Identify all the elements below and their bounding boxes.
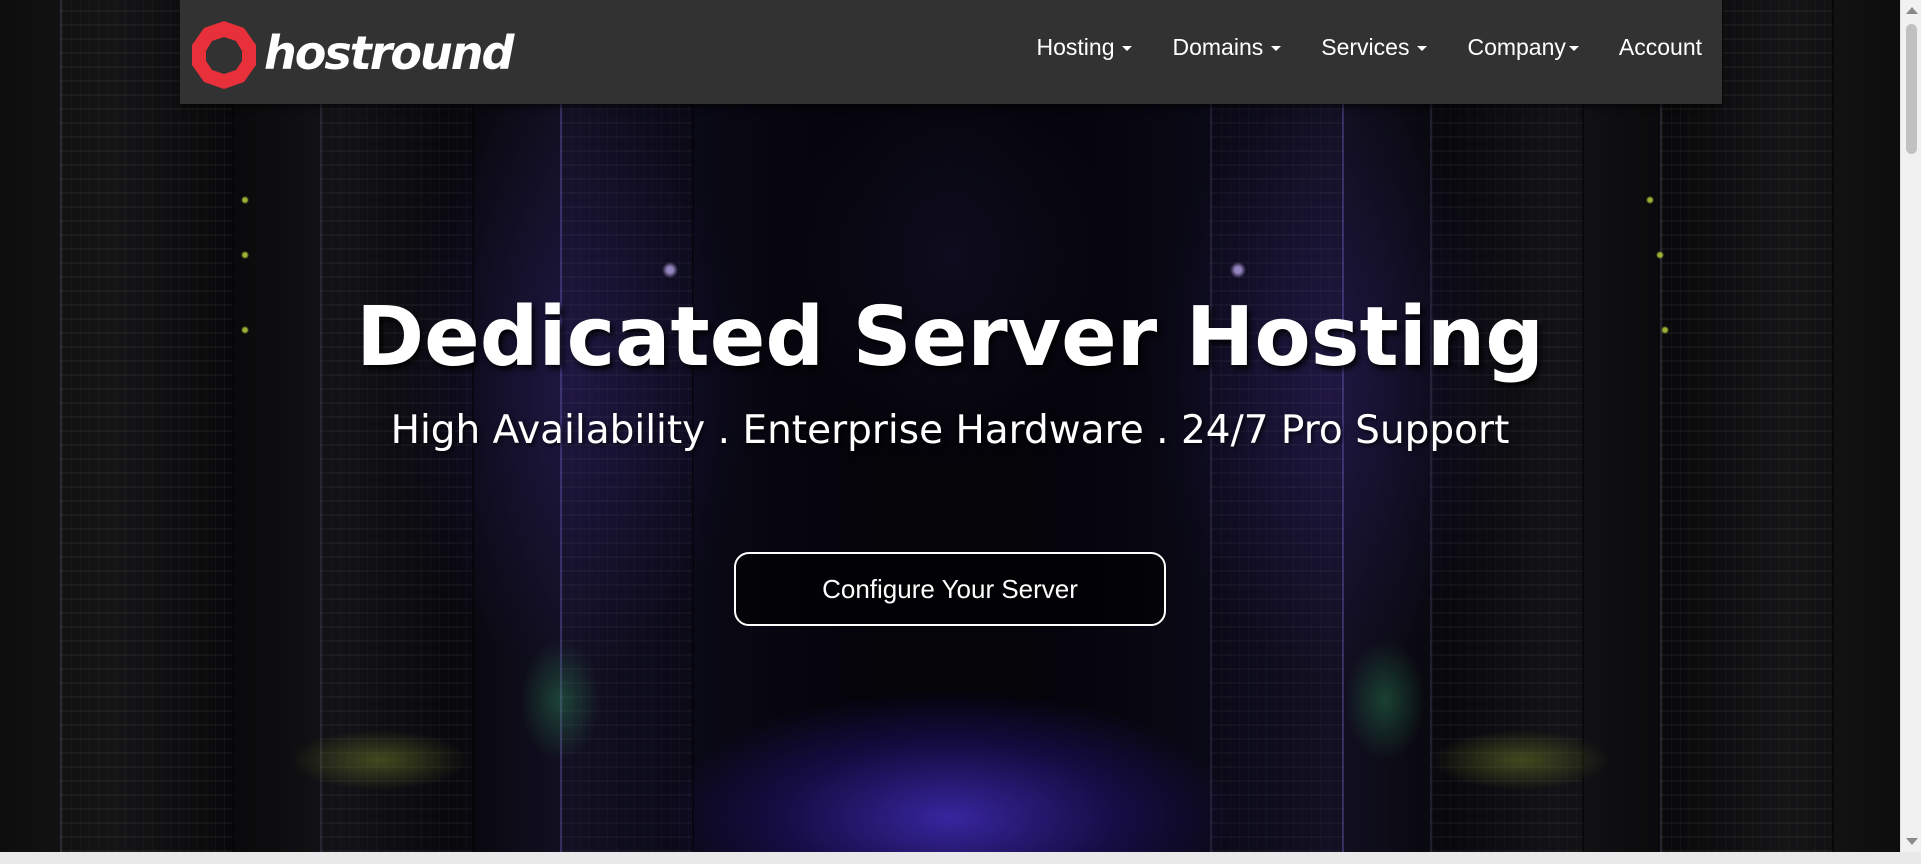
nav-item-domains[interactable]: Domains [1172,34,1282,61]
caret-down-icon [1417,46,1428,51]
nav-item-services[interactable]: Services [1321,34,1428,61]
configure-server-button[interactable]: Configure Your Server [734,552,1166,626]
caret-down-icon [1122,46,1133,51]
caret-down-icon [1271,46,1282,51]
nav-item-hosting[interactable]: Hosting [1037,34,1133,61]
nav-item-label: Services [1321,34,1410,60]
nav-item-label: Company [1467,34,1566,60]
scrollbar-thumb[interactable] [1906,24,1917,154]
browser-viewport: hostround Hosting Domains Services Compa… [0,0,1900,852]
site-navbar: hostround Hosting Domains Services Compa… [180,0,1722,104]
hero-title: Dedicated Server Hosting [356,290,1544,385]
brand-name: hostround [264,26,514,80]
nav-item-label: Domains [1172,34,1264,60]
nav-item-label: Account [1618,34,1702,60]
brand-logo-link[interactable]: hostround [188,18,514,92]
octagon-ring-logo-icon [192,21,256,89]
nav-item-company[interactable]: Company [1467,34,1579,61]
scroll-down-arrow-icon[interactable] [1906,838,1918,845]
bottom-edge-strip [0,852,1921,864]
hero-subtitle: High Availability . Enterprise Hardware … [390,408,1510,453]
scroll-up-arrow-icon[interactable] [1906,7,1918,14]
nav-item-label: Hosting [1036,34,1115,60]
main-navigation: Hosting Domains Services Company Account [997,34,1703,61]
nav-item-account[interactable]: Account [1619,34,1702,61]
caret-down-icon [1568,46,1579,51]
vertical-scrollbar[interactable] [1900,0,1921,852]
